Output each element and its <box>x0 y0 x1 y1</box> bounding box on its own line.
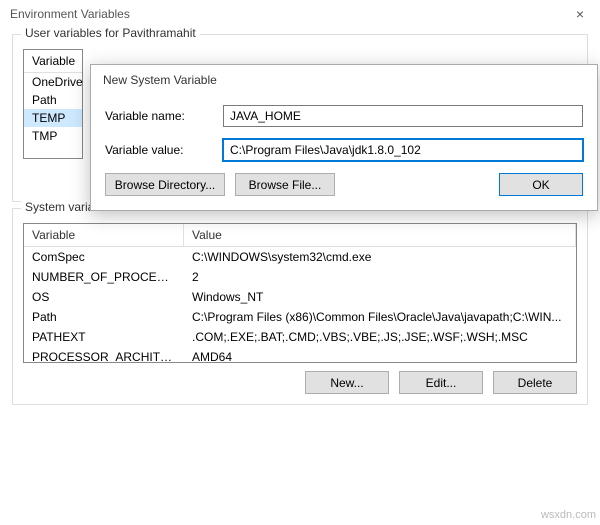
dialog-buttons: Browse Directory... Browse File... OK <box>105 173 583 196</box>
watermark: wsxdn.com <box>541 509 596 521</box>
window-titlebar: Environment Variables × <box>0 0 600 28</box>
table-row[interactable]: PATHEXT .COM;.EXE;.BAT;.CMD;.VBS;.VBE;.J… <box>24 327 576 347</box>
var-value: C:\Program Files (x86)\Common Files\Orac… <box>184 308 576 326</box>
variable-name-row: Variable name: <box>105 105 583 127</box>
var-value: 2 <box>184 268 576 286</box>
window-title: Environment Variables <box>10 7 130 21</box>
table-row[interactable]: NUMBER_OF_PROCESSORS 2 <box>24 267 576 287</box>
var-name: PROCESSOR_ARCHITECTURE <box>24 348 184 363</box>
new-system-variable-dialog: New System Variable Variable name: Varia… <box>90 64 598 211</box>
delete-button[interactable]: Delete <box>493 371 577 394</box>
user-variables-list[interactable]: Variable OneDrive Path TEMP TMP <box>23 49 83 159</box>
list-item[interactable]: TMP <box>24 127 82 145</box>
list-header: Variable Value <box>24 224 576 247</box>
dialog-body: Variable name: Variable value: Browse Di… <box>91 95 597 210</box>
ok-button[interactable]: OK <box>499 173 583 196</box>
system-variables-group: System variables Variable Value ComSpec … <box>12 208 588 405</box>
table-row[interactable]: Path C:\Program Files (x86)\Common Files… <box>24 307 576 327</box>
var-name: PATHEXT <box>24 328 184 346</box>
variable-value-row: Variable value: <box>105 139 583 161</box>
system-rows: ComSpec C:\WINDOWS\system32\cmd.exe NUMB… <box>24 247 576 363</box>
variable-value-label: Variable value: <box>105 143 223 157</box>
var-name: NUMBER_OF_PROCESSORS <box>24 268 184 286</box>
close-icon[interactable]: × <box>570 6 590 22</box>
var-name: ComSpec <box>24 248 184 266</box>
var-value: .COM;.EXE;.BAT;.CMD;.VBS;.VBE;.JS;.JSE;.… <box>184 328 576 346</box>
list-item[interactable]: OneDrive <box>24 73 82 91</box>
column-header-variable[interactable]: Variable <box>24 50 82 73</box>
dialog-title: New System Variable <box>91 65 597 95</box>
table-row[interactable]: OS Windows_NT <box>24 287 576 307</box>
table-row[interactable]: PROCESSOR_ARCHITECTURE AMD64 <box>24 347 576 363</box>
column-header-variable[interactable]: Variable <box>24 224 184 246</box>
system-variables-list[interactable]: Variable Value ComSpec C:\WINDOWS\system… <box>23 223 577 363</box>
user-variables-title: User variables for Pavithramahit <box>21 26 200 40</box>
variable-name-label: Variable name: <box>105 109 223 123</box>
edit-button[interactable]: Edit... <box>399 371 483 394</box>
var-value: Windows_NT <box>184 288 576 306</box>
list-item[interactable]: Path <box>24 91 82 109</box>
new-button[interactable]: New... <box>305 371 389 394</box>
browse-directory-button[interactable]: Browse Directory... <box>105 173 225 196</box>
variable-value-input[interactable] <box>223 139 583 161</box>
browse-file-button[interactable]: Browse File... <box>235 173 335 196</box>
var-value: AMD64 <box>184 348 576 363</box>
column-header-value[interactable]: Value <box>184 224 576 246</box>
variable-name-input[interactable] <box>223 105 583 127</box>
var-value: C:\WINDOWS\system32\cmd.exe <box>184 248 576 266</box>
system-variables-buttons: New... Edit... Delete <box>23 371 577 394</box>
list-item[interactable]: TEMP <box>24 109 82 127</box>
table-row[interactable]: ComSpec C:\WINDOWS\system32\cmd.exe <box>24 247 576 267</box>
var-name: OS <box>24 288 184 306</box>
var-name: Path <box>24 308 184 326</box>
